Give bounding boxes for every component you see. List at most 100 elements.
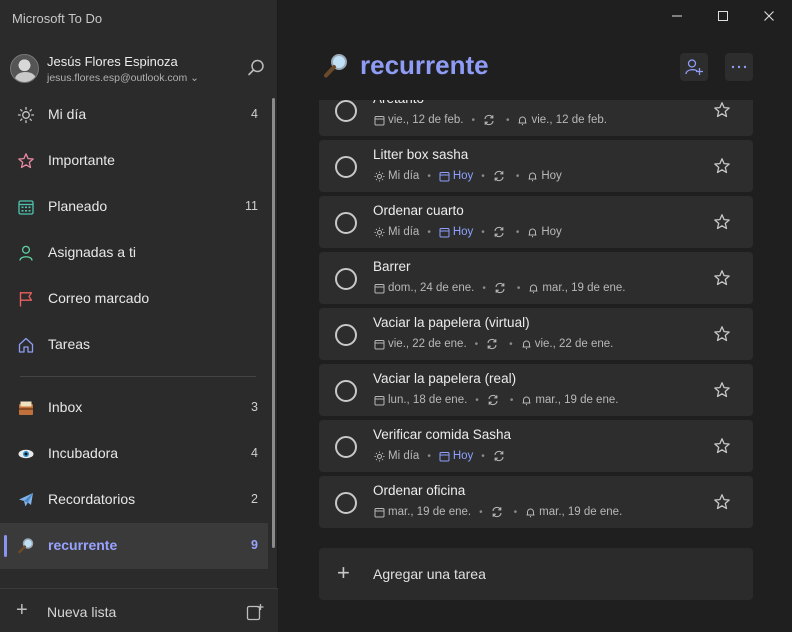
list-title[interactable]: recurrente bbox=[360, 50, 489, 81]
star-icon[interactable] bbox=[713, 437, 731, 455]
task-meta-text: Hoy bbox=[452, 226, 474, 238]
avatar[interactable] bbox=[10, 54, 39, 83]
task-metadata: Mi día • Hoy • bbox=[374, 450, 508, 462]
separator-dot: • bbox=[516, 282, 521, 294]
sidebar-item-correo-marcado[interactable]: Correo marcado bbox=[0, 276, 268, 322]
share-list-button[interactable] bbox=[680, 53, 708, 81]
task-meta-reminder: Hoy bbox=[527, 170, 562, 182]
task-metadata: vie., 22 de ene. • • vie., 22 de ene. bbox=[374, 338, 613, 350]
complete-checkbox[interactable] bbox=[335, 436, 357, 458]
task-item[interactable]: Ordenar cuarto Mi día • Hoy • • Hoy bbox=[319, 196, 753, 248]
task-metadata: vie., 12 de feb. • • vie., 12 de feb. bbox=[374, 114, 607, 126]
task-meta-text: vie., 12 de feb. bbox=[531, 114, 607, 126]
profile-section[interactable]: Jesús Flores Espinoza jesus.flores.esp@o… bbox=[0, 44, 278, 92]
sidebar-item-tareas[interactable]: Tareas bbox=[0, 322, 268, 368]
star-icon[interactable] bbox=[713, 157, 731, 175]
repeat-icon bbox=[493, 450, 508, 462]
close-button[interactable] bbox=[746, 0, 792, 32]
calendar-icon bbox=[439, 171, 453, 182]
task-meta-myday: Mi día bbox=[374, 226, 419, 238]
task-title: Aretanto bbox=[373, 100, 424, 106]
app-title: Microsoft To Do bbox=[12, 11, 103, 26]
separator-dot: • bbox=[515, 226, 520, 238]
add-task-bar[interactable]: + Agregar una tarea bbox=[319, 548, 753, 600]
task-meta-reminder: vie., 22 de ene. bbox=[521, 338, 613, 350]
task-item[interactable]: Verificar comida Sasha Mi día • Hoy • bbox=[319, 420, 753, 472]
complete-checkbox[interactable] bbox=[335, 156, 357, 178]
repeat-icon bbox=[487, 394, 502, 406]
complete-checkbox[interactable] bbox=[335, 492, 357, 514]
complete-checkbox[interactable] bbox=[335, 380, 357, 402]
sidebar-item-incubadora[interactable]: Incubadora 4 bbox=[0, 431, 268, 477]
complete-checkbox[interactable] bbox=[335, 324, 357, 346]
user-email[interactable]: jesus.flores.esp@outlook.com ⌄ bbox=[47, 72, 199, 84]
plus-icon[interactable]: + bbox=[337, 562, 350, 584]
sidebar-item-count: 4 bbox=[251, 107, 258, 121]
task-meta-due: mar., 19 de ene. bbox=[374, 506, 471, 518]
task-meta-due-hoy: Hoy bbox=[439, 226, 473, 238]
separator-dot: • bbox=[471, 114, 475, 126]
task-item[interactable]: Vaciar la papelera (real) lun., 18 de ene… bbox=[319, 364, 753, 416]
sidebar-scrollbar[interactable] bbox=[272, 98, 275, 548]
sidebar-item-label: recurrente bbox=[48, 537, 118, 553]
star-icon[interactable] bbox=[713, 213, 731, 231]
calendar-icon bbox=[374, 339, 388, 350]
sidebar-item-mi-dia[interactable]: Mi día 4 bbox=[0, 92, 268, 138]
inbox-emoji-icon bbox=[16, 398, 36, 418]
task-meta-repeat bbox=[493, 226, 508, 238]
maximize-button[interactable] bbox=[700, 0, 746, 32]
separator-dot: • bbox=[481, 450, 485, 462]
star-icon[interactable] bbox=[713, 493, 731, 511]
task-meta-text: dom., 24 de ene. bbox=[388, 282, 475, 294]
repeat-icon bbox=[491, 506, 506, 518]
sidebar-item-count: 3 bbox=[251, 400, 258, 414]
task-meta-reminder: mar., 19 de ene. bbox=[525, 506, 622, 518]
task-item[interactable]: Vaciar la papelera (virtual) vie., 22 de … bbox=[319, 308, 753, 360]
add-task-input[interactable]: Agregar una tarea bbox=[373, 566, 486, 582]
sidebar-item-inbox[interactable]: Inbox 3 bbox=[0, 385, 268, 431]
task-meta-reminder: mar., 19 de ene. bbox=[521, 394, 618, 406]
new-list-button[interactable]: Nueva lista bbox=[47, 604, 116, 620]
task-item[interactable]: Litter box sasha Mi día • Hoy • • Hoy bbox=[319, 140, 753, 192]
task-item[interactable]: Aretantovie., 12 de feb.••vie., 12 de fe… bbox=[319, 100, 753, 136]
sidebar-item-count: 9 bbox=[251, 538, 258, 552]
sidebar: Microsoft To Do Jesús Flores Espinoza je… bbox=[0, 0, 278, 632]
separator-dot: • bbox=[479, 506, 483, 518]
sidebar-item-planeado[interactable]: Planeado 11 bbox=[0, 184, 268, 230]
task-item[interactable]: Ordenar oficina mar., 19 de ene. • • mar., 1… bbox=[319, 476, 753, 528]
sidebar-item-asignadas[interactable]: Asignadas a ti bbox=[0, 230, 268, 276]
plus-icon[interactable]: + bbox=[16, 600, 28, 620]
task-metadata: Mi día • Hoy • • Hoy bbox=[374, 226, 562, 238]
minimize-button[interactable] bbox=[654, 0, 700, 32]
bell-icon bbox=[527, 171, 541, 182]
separator-dot: • bbox=[481, 226, 485, 238]
sidebar-item-recurrente[interactable]: recurrente 9 bbox=[0, 523, 268, 569]
complete-checkbox[interactable] bbox=[335, 268, 357, 290]
complete-checkbox[interactable] bbox=[335, 100, 357, 122]
add-person-icon bbox=[685, 59, 703, 75]
repeat-icon bbox=[486, 338, 501, 350]
star-icon[interactable] bbox=[713, 101, 731, 119]
star-icon[interactable] bbox=[713, 381, 731, 399]
task-meta-repeat bbox=[483, 114, 498, 126]
sidebar-item-importante[interactable]: Importante bbox=[0, 138, 268, 184]
bell-icon bbox=[527, 227, 541, 238]
calendar-icon bbox=[374, 283, 388, 294]
task-meta-reminder: mar., 19 de ene. bbox=[528, 282, 625, 294]
task-meta-due-hoy: Hoy bbox=[439, 450, 473, 462]
separator-dot: • bbox=[513, 506, 518, 518]
more-options-button[interactable] bbox=[725, 53, 753, 81]
task-metadata: Mi día • Hoy • • Hoy bbox=[374, 170, 562, 182]
separator-dot: • bbox=[509, 394, 514, 406]
task-meta-text: Mi día bbox=[388, 226, 420, 238]
star-icon[interactable] bbox=[713, 269, 731, 287]
star-icon[interactable] bbox=[713, 325, 731, 343]
complete-checkbox[interactable] bbox=[335, 212, 357, 234]
sun-icon bbox=[374, 227, 388, 238]
task-meta-repeat bbox=[493, 450, 508, 462]
search-icon[interactable] bbox=[246, 58, 266, 78]
sidebar-item-recordatorios[interactable]: Recordatorios 2 bbox=[0, 477, 268, 523]
task-item[interactable]: Barrer dom., 24 de ene. • • mar., 19 de ene. bbox=[319, 252, 753, 304]
sidebar-item-label: Tareas bbox=[48, 336, 91, 352]
new-group-icon[interactable] bbox=[246, 603, 264, 621]
